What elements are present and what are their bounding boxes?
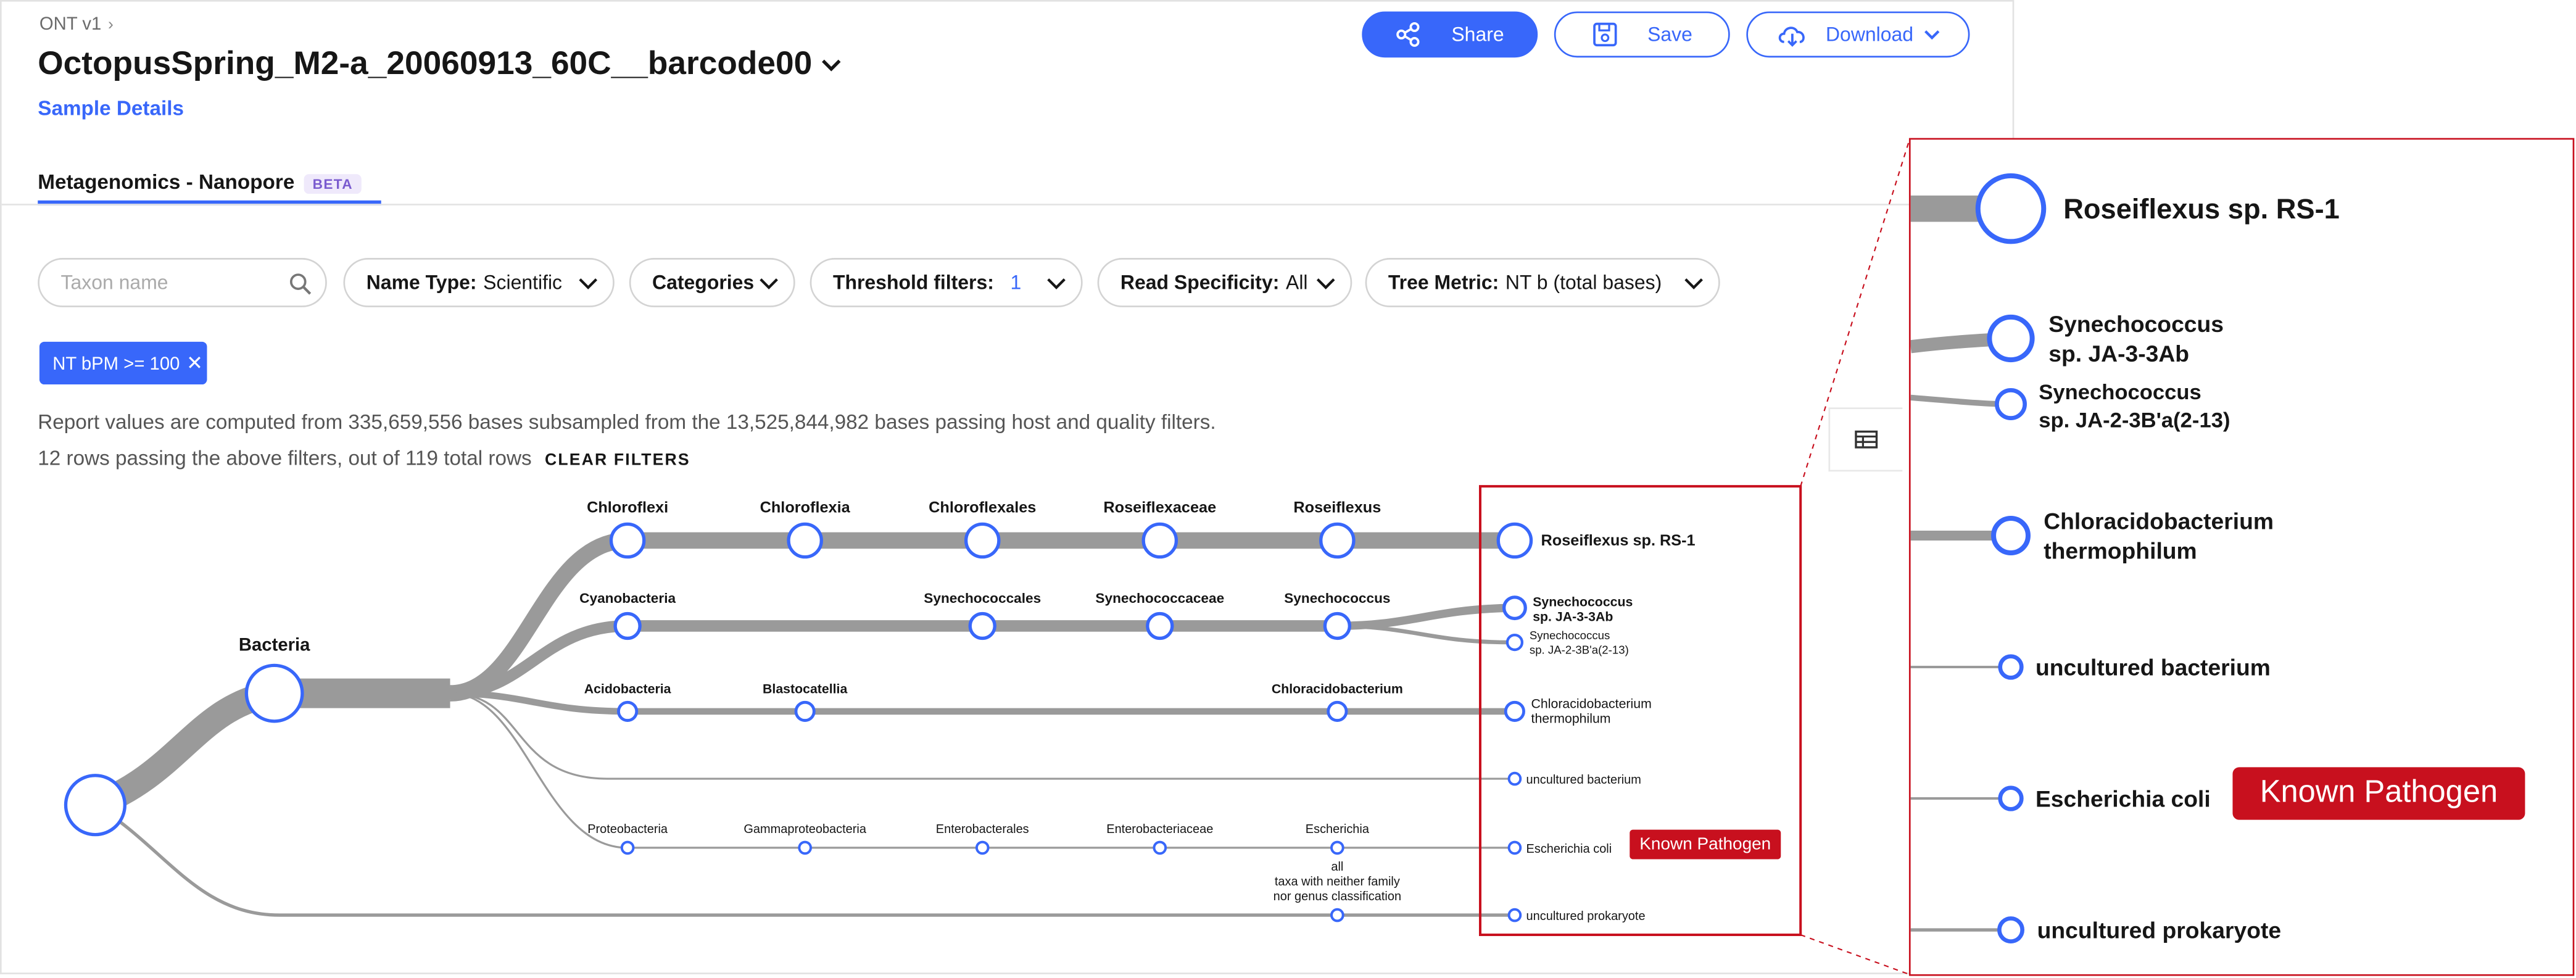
species-roseiflexus: Roseiflexus sp. RS-1 bbox=[1541, 532, 1696, 549]
zoom-node-chlor[interactable] bbox=[1991, 516, 2031, 555]
stage: ONT v1 › OctopusSpring_M2-a_20060913_60C_… bbox=[0, 0, 2576, 977]
species-uncultured-prokaryote: uncultured prokaryote bbox=[1526, 910, 1646, 923]
branch-uncultured-bacterium bbox=[450, 692, 1512, 780]
label-acidobacteria: Acidobacteria bbox=[584, 682, 671, 697]
label-proteobacteria: Proteobacteria bbox=[587, 823, 668, 836]
species-chlor-line1: Chloracidobacterium bbox=[1531, 697, 1652, 711]
zoom-label-syn1-line1: Synechococcus bbox=[2048, 311, 2224, 337]
node-synechococcales[interactable] bbox=[968, 611, 996, 640]
zoom-node-syn1[interactable] bbox=[1987, 314, 2035, 363]
node-enterobacterales[interactable] bbox=[975, 840, 990, 855]
zoom-label-uncult-bact: uncultured bacterium bbox=[2036, 654, 2271, 680]
node-unclassified-all[interactable] bbox=[1330, 908, 1344, 922]
node-roseiflexaceae[interactable] bbox=[1141, 522, 1178, 559]
label-unclassified-line1: all bbox=[1331, 860, 1343, 874]
label-bacteria: Bacteria bbox=[239, 634, 310, 655]
node-chloroflexales[interactable] bbox=[964, 522, 1001, 559]
species-chlor-line2: thermophilum bbox=[1531, 711, 1611, 726]
node-escherichia[interactable] bbox=[1330, 840, 1344, 855]
species-syn1-line2: sp. JA-3-3Ab bbox=[1533, 609, 1613, 624]
zoom-connector-bottom bbox=[1800, 934, 1910, 975]
node-chloracidobacterium[interactable] bbox=[1327, 700, 1348, 722]
species-escherichia-coli: Escherichia coli bbox=[1526, 842, 1612, 856]
zoom-detail-panel: Roseiflexus sp. RS-1 Synechococcus sp. J… bbox=[1908, 138, 2575, 976]
node-bacteria[interactable] bbox=[244, 663, 304, 723]
branch-cyanobacteria-row bbox=[450, 620, 1335, 699]
zoom-tree: Roseiflexus sp. RS-1 Synechococcus sp. J… bbox=[1910, 173, 2340, 943]
label-unclassified-line2: taxa with neither family bbox=[1275, 875, 1400, 889]
label-chloroflexia: Chloroflexia bbox=[760, 499, 851, 516]
species-syn2-line1: Synechococcus bbox=[1530, 629, 1610, 642]
node-cyanobacteria[interactable] bbox=[613, 611, 642, 640]
node-blastocatellia[interactable] bbox=[794, 700, 816, 722]
node-roseiflexus[interactable] bbox=[1319, 522, 1356, 559]
node-enterobacteriaceae[interactable] bbox=[1153, 840, 1167, 855]
zoom-node-uncult-bact[interactable] bbox=[1998, 654, 2024, 680]
branch-syn2 bbox=[1334, 624, 1512, 645]
label-enterobacterales: Enterobacterales bbox=[936, 823, 1029, 836]
label-roseiflexaceae: Roseiflexaceae bbox=[1103, 499, 1216, 516]
label-cyanobacteria: Cyanobacteria bbox=[579, 591, 676, 606]
node-synechococcus[interactable] bbox=[1323, 611, 1351, 640]
node-proteobacteria[interactable] bbox=[620, 840, 635, 855]
zoom-node-syn2[interactable] bbox=[1995, 388, 2027, 420]
node-chloracidobacterium-thermophilum[interactable] bbox=[1504, 700, 1525, 722]
zoom-nodes bbox=[1975, 173, 2047, 943]
node-gammaproteobacteria[interactable] bbox=[798, 840, 812, 855]
zoom-label-syn2-line2: sp. JA-2-3B'a(2-13) bbox=[2039, 408, 2230, 432]
label-chloracidobacterium: Chloracidobacterium bbox=[1272, 682, 1403, 697]
label-synechococcaceae: Synechococcaceae bbox=[1095, 591, 1224, 606]
label-roseiflexus: Roseiflexus bbox=[1293, 499, 1381, 516]
label-chloroflexi: Chloroflexi bbox=[587, 499, 668, 516]
label-unclassified-line3: nor genus classification bbox=[1274, 890, 1401, 903]
species-syn2-line2: sp. JA-2-3B'a(2-13) bbox=[1530, 644, 1629, 657]
branch-syn1 bbox=[1334, 603, 1512, 631]
node-synechococcaceae[interactable] bbox=[1146, 611, 1174, 640]
known-pathogen-tag[interactable]: Known Pathogen bbox=[1630, 829, 1781, 860]
tree-nodes bbox=[64, 522, 1533, 922]
label-escherichia: Escherichia bbox=[1306, 823, 1370, 836]
zoom-label-syn2-line1: Synechococcus bbox=[2039, 381, 2201, 404]
zoom-known-pathogen-tag[interactable]: Known Pathogen bbox=[2232, 767, 2525, 820]
node-chloroflexia[interactable] bbox=[787, 522, 823, 559]
species-labels: Roseiflexus sp. RS-1 Synechococcus sp. J… bbox=[1526, 532, 1696, 923]
zoom-label-chlor-line1: Chloracidobacterium bbox=[2044, 508, 2274, 534]
zoom-node-ecoli[interactable] bbox=[1998, 785, 2024, 811]
node-uncultured-bacterium[interactable] bbox=[1507, 771, 1522, 786]
node-uncultured-prokaryote[interactable] bbox=[1507, 908, 1522, 922]
label-synechococcales: Synechococcales bbox=[924, 591, 1041, 606]
node-escherichia-coli[interactable] bbox=[1507, 840, 1522, 855]
zoom-labels: Roseiflexus sp. RS-1 Synechococcus sp. J… bbox=[2036, 193, 2340, 943]
label-blastocatellia: Blastocatellia bbox=[763, 682, 847, 697]
node-roseiflexus-sp[interactable] bbox=[1496, 522, 1533, 559]
zoom-label-roseiflexus: Roseiflexus sp. RS-1 bbox=[2063, 193, 2340, 225]
zoom-label-uncult-prok: uncultured prokaryote bbox=[2037, 917, 2282, 943]
zoom-branch-syn2 bbox=[1910, 394, 2010, 407]
branch-root-bacteria bbox=[90, 680, 277, 818]
zoom-label-chlor-line2: thermophilum bbox=[2044, 537, 2197, 563]
zoom-node-roseiflexus[interactable] bbox=[1975, 173, 2047, 244]
node-synechococcus-sp-ja-3-3ab[interactable] bbox=[1502, 595, 1527, 621]
zoom-node-uncult-prok[interactable] bbox=[1997, 916, 2024, 943]
zoom-label-ecoli: Escherichia coli bbox=[2036, 785, 2211, 811]
species-uncultured-bacterium: uncultured bacterium bbox=[1526, 773, 1641, 787]
label-synechococcus: Synechococcus bbox=[1284, 591, 1390, 606]
label-gammaproteobacteria: Gammaproteobacteria bbox=[743, 823, 866, 836]
node-synechococcus-sp-ja-2-3ba[interactable] bbox=[1505, 633, 1524, 652]
zoom-connector-top bbox=[1800, 141, 1910, 487]
zoom-branches bbox=[1910, 195, 2013, 932]
node-acidobacteria[interactable] bbox=[617, 700, 639, 722]
label-chloroflexales: Chloroflexales bbox=[929, 499, 1036, 516]
label-enterobacteriaceae: Enterobacteriaceae bbox=[1106, 823, 1213, 836]
species-syn1-line1: Synechococcus bbox=[1533, 594, 1633, 609]
root-node[interactable] bbox=[64, 774, 127, 837]
node-chloroflexi[interactable] bbox=[609, 522, 646, 559]
zoom-label-syn1-line2: sp. JA-3-3Ab bbox=[2048, 341, 2189, 367]
